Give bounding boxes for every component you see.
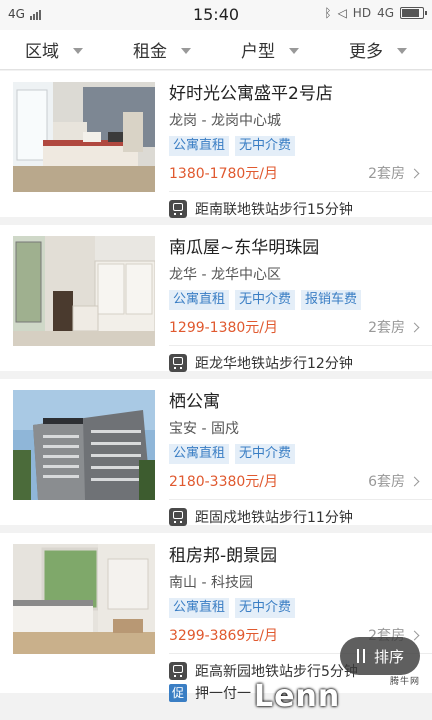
filter-label: 更多 <box>349 42 383 62</box>
chevron-right-icon <box>409 322 420 332</box>
promo-icon: 促 <box>169 684 187 702</box>
watermark-overlay: Lenn 腾牛网 <box>254 672 432 720</box>
divider <box>169 191 432 192</box>
status-right: ᛒ ◁ HD 4G <box>324 6 427 20</box>
promo-text: 押一付一 <box>195 686 251 702</box>
tag: 无中介费 <box>235 136 296 156</box>
listing-price: 1299-1380元/月 <box>169 320 279 336</box>
chevron-right-icon <box>409 630 420 640</box>
listing-price: 1380-1780元/月 <box>169 166 279 182</box>
tag: 公寓直租 <box>169 444 230 464</box>
caret-down-icon <box>181 47 191 54</box>
listing-photo <box>13 390 155 500</box>
divider <box>169 499 432 500</box>
metro-info: 距龙华地铁站步行12分钟 <box>169 353 353 373</box>
metro-icon <box>169 200 187 218</box>
caret-down-icon <box>73 47 83 54</box>
metro-text: 距龙华地铁站步行12分钟 <box>195 356 353 372</box>
listing-price: 2180-3380元/月 <box>169 474 279 490</box>
listing-photo <box>13 82 155 192</box>
listing-title: 栖公寓 <box>169 392 220 412</box>
listing-list: 好时光公寓盛平2号店 龙岗 - 龙岗中心城 公寓直租 无中介费 1380-178… <box>0 71 432 702</box>
sort-label: 排序 <box>373 647 404 666</box>
rooms-count: 6套房 <box>368 474 405 490</box>
tag: 公寓直租 <box>169 598 230 618</box>
tag: 公寓直租 <box>169 290 230 310</box>
metro-icon <box>169 508 187 526</box>
filter-area[interactable]: 区域 <box>0 30 108 69</box>
listing-tags: 公寓直租 无中介费 <box>169 136 296 156</box>
watermark-text: Lenn <box>254 678 341 714</box>
listing-price: 3299-3869元/月 <box>169 628 279 644</box>
filter-layout[interactable]: 户型 <box>216 30 324 69</box>
listing-rooms[interactable]: 2套房 <box>368 317 420 337</box>
caret-down-icon <box>289 47 299 54</box>
listing-title: 南瓜屋~东华明珠园 <box>169 238 320 258</box>
tag: 无中介费 <box>235 290 296 310</box>
promo-info: 促 押一付一 <box>169 683 251 703</box>
listing-area: 宝安 - 固戍 <box>169 421 239 437</box>
network-right-label: 4G <box>377 6 394 20</box>
filter-label: 户型 <box>241 42 275 62</box>
caret-down-icon <box>397 47 407 54</box>
rooms-count: 2套房 <box>368 320 405 336</box>
metro-text: 距南联地铁站步行15分钟 <box>195 202 353 218</box>
filter-bar: 区域 租金 户型 更多 <box>0 30 432 70</box>
metro-info: 距南联地铁站步行15分钟 <box>169 199 353 219</box>
metro-text: 距固戍地铁站步行11分钟 <box>195 510 353 526</box>
metro-icon <box>169 354 187 372</box>
tag: 无中介费 <box>235 444 296 464</box>
tag: 公寓直租 <box>169 136 230 156</box>
tag: 报销车费 <box>301 290 362 310</box>
listing-tags: 公寓直租 无中介费 <box>169 598 296 618</box>
listing-card[interactable]: 好时光公寓盛平2号店 龙岗 - 龙岗中心城 公寓直租 无中介费 1380-178… <box>0 71 432 225</box>
filter-rent[interactable]: 租金 <box>108 30 216 69</box>
filter-more[interactable]: 更多 <box>324 30 432 69</box>
listing-tags: 公寓直租 无中介费 报销车费 <box>169 290 362 310</box>
sort-icon <box>356 649 366 663</box>
filter-label: 区域 <box>25 42 59 62</box>
divider <box>169 345 432 346</box>
chevron-right-icon <box>409 168 420 178</box>
listing-rooms[interactable]: 6套房 <box>368 471 420 491</box>
listing-title: 好时光公寓盛平2号店 <box>169 84 333 104</box>
listing-card[interactable]: 栖公寓 宝安 - 固戍 公寓直租 无中介费 2180-3380元/月 6套房 距… <box>0 379 432 533</box>
mute-icon: ◁ <box>337 6 347 20</box>
listing-photo <box>13 544 155 654</box>
listing-rooms[interactable]: 2套房 <box>368 163 420 183</box>
listing-area: 龙岗 - 龙岗中心城 <box>169 113 281 129</box>
listing-photo <box>13 236 155 346</box>
listing-area: 南山 - 科技园 <box>169 575 253 591</box>
listing-card[interactable]: 南瓜屋~东华明珠园 龙华 - 龙华中心区 公寓直租 无中介费 报销车费 1299… <box>0 225 432 379</box>
status-bar: 4G 15:40 ᛒ ◁ HD 4G <box>0 0 432 30</box>
watermark-site: 腾牛网 <box>389 677 420 687</box>
filter-label: 租金 <box>133 42 167 62</box>
sort-button[interactable]: 排序 <box>340 637 420 675</box>
metro-icon <box>169 662 187 680</box>
battery-icon <box>400 7 427 19</box>
bluetooth-icon: ᛒ <box>324 6 332 20</box>
rooms-count: 2套房 <box>368 166 405 182</box>
listing-title: 租房邦-朗景园 <box>169 546 278 566</box>
tag: 无中介费 <box>235 598 296 618</box>
chevron-right-icon <box>409 476 420 486</box>
listing-tags: 公寓直租 无中介费 <box>169 444 296 464</box>
metro-info: 距固戍地铁站步行11分钟 <box>169 507 353 527</box>
listing-area: 龙华 - 龙华中心区 <box>169 267 281 283</box>
hd-label: HD <box>352 6 372 20</box>
